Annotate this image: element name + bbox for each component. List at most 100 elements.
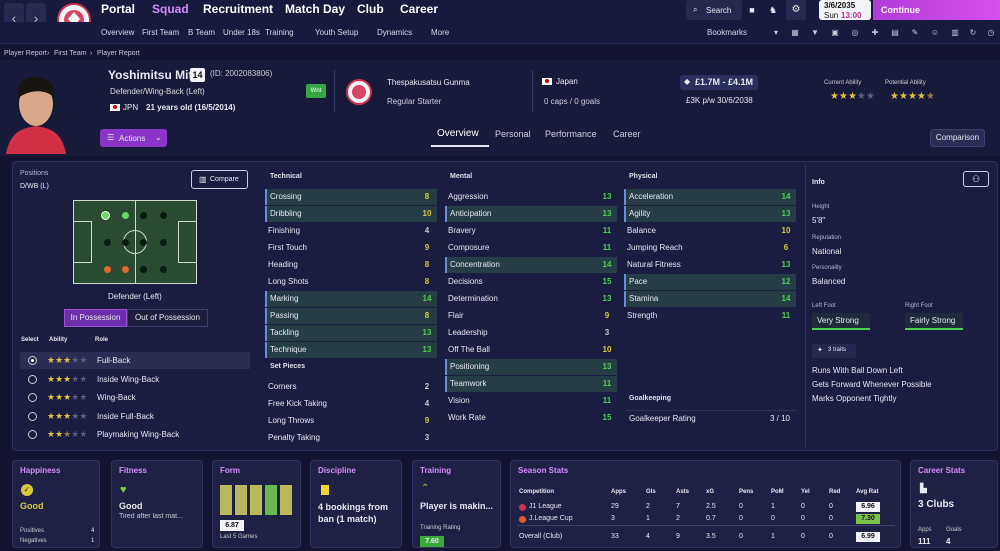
report-icon[interactable]: ▤	[890, 28, 900, 38]
physical-attribute-row[interactable]: Agility 13	[624, 206, 796, 222]
calendar-icon[interactable]: ▦	[790, 28, 800, 38]
mental-attribute-row[interactable]: Off The Ball 10	[445, 342, 617, 358]
continue-button[interactable]: Continue	[873, 0, 1000, 20]
mental-attribute-row[interactable]: Teamwork 11	[445, 376, 617, 392]
nav-squad[interactable]: Squad	[152, 2, 189, 16]
competition-name[interactable]: Overall (Club)	[519, 533, 562, 540]
bookmark-icon[interactable]: ■	[745, 0, 759, 20]
nav-portal[interactable]: Portal	[101, 2, 135, 16]
form-panel[interactable]: Form 6.87 Last 5 Games	[212, 460, 301, 548]
technical-attribute-row[interactable]: Technique 13	[265, 342, 437, 358]
subnav-training[interactable]: Training	[265, 28, 294, 37]
subnav-first-team[interactable]: First Team	[142, 28, 179, 37]
technical-attribute-row[interactable]: Heading 8	[265, 257, 437, 273]
set-piece-attribute-row[interactable]: Free Kick Taking 4	[265, 396, 437, 412]
mental-attribute-row[interactable]: Composure 11	[445, 240, 617, 256]
role-radio[interactable]	[28, 411, 37, 421]
technical-attribute-row[interactable]: Passing 8	[265, 308, 437, 324]
subnav-overview[interactable]: Overview	[101, 28, 134, 37]
club-crest-icon[interactable]	[345, 78, 373, 106]
technical-attribute-row[interactable]: Marking 14	[265, 291, 437, 307]
subnav-youth-setup[interactable]: Youth Setup	[315, 28, 358, 37]
medical-icon[interactable]: ✚	[870, 28, 880, 38]
player-info-icon[interactable]: ⚇	[963, 171, 989, 187]
mental-attribute-row[interactable]: Anticipation 13	[445, 206, 617, 222]
subnav-under-18s[interactable]: Under 18s	[223, 28, 260, 37]
tab-performance[interactable]: Performance	[545, 129, 597, 139]
set-piece-attribute-row[interactable]: Long Throws 9	[265, 413, 437, 429]
date-widget[interactable]: 3/6/2035 Sun 13:00	[819, 0, 871, 20]
position-pitch[interactable]	[73, 200, 197, 284]
physical-attribute-row[interactable]: Balance 10	[624, 223, 796, 239]
role-row[interactable]: ★★★★★ Playmaking Wing-Back	[20, 426, 250, 443]
competition-name[interactable]: J1 League	[529, 503, 562, 510]
technical-attribute-row[interactable]: Dribbling 10	[265, 206, 437, 222]
happiness-panel[interactable]: Happiness ✓ Good Positives 4 Negatives 1	[12, 460, 100, 548]
breadcrumb-first-team[interactable]: First Team	[54, 50, 87, 57]
people-icon[interactable]: ☺	[930, 28, 940, 38]
career-stats-panel[interactable]: Career Stats ▙ 3 Clubs Apps Goals 111 4	[910, 460, 998, 548]
role-radio[interactable]	[28, 393, 37, 402]
physical-attribute-row[interactable]: Jumping Reach 6	[624, 240, 796, 256]
set-piece-attribute-row[interactable]: Corners 2	[265, 379, 437, 395]
role-radio[interactable]	[28, 356, 37, 365]
technical-attribute-row[interactable]: Long Shots 8	[265, 274, 437, 290]
tab-overview[interactable]: Overview	[437, 128, 479, 139]
physical-attribute-row[interactable]: Acceleration 14	[624, 189, 796, 205]
discipline-panel[interactable]: Discipline 4 bookings from ban (1 match)	[310, 460, 402, 548]
goalkeeper-rating-row[interactable]: Goalkeeper Rating 3 / 10	[626, 410, 796, 426]
physical-attribute-row[interactable]: Natural Fitness 13	[624, 257, 796, 273]
physical-attribute-row[interactable]: Pace 12	[624, 274, 796, 290]
role-radio[interactable]	[28, 430, 37, 439]
competition-name[interactable]: J.League Cup	[529, 515, 573, 522]
country-name[interactable]: Japan	[556, 77, 578, 86]
mental-attribute-row[interactable]: Aggression 13	[445, 189, 617, 205]
training-panel[interactable]: Training ⌃ Player is makin... Training R…	[412, 460, 501, 548]
club-name[interactable]: Thespakusatsu Gunma	[387, 78, 470, 87]
chart-icon[interactable]: ▥	[950, 28, 960, 38]
mental-attribute-row[interactable]: Vision 11	[445, 393, 617, 409]
mental-attribute-row[interactable]: Leadership 3	[445, 325, 617, 341]
nav-club[interactable]: Club	[357, 2, 384, 16]
technical-attribute-row[interactable]: Finishing 4	[265, 223, 437, 239]
out-of-possession-toggle[interactable]: Out of Possession	[127, 309, 208, 327]
compare-button[interactable]: ▥ Compare	[191, 170, 248, 189]
technical-attribute-row[interactable]: Tackling 13	[265, 325, 437, 341]
subnav-b-team[interactable]: B Team	[188, 28, 215, 37]
physical-attribute-row[interactable]: Strength 11	[624, 308, 796, 324]
refresh-icon[interactable]: ↻	[968, 28, 978, 38]
subnav-dynamics[interactable]: Dynamics	[377, 28, 412, 37]
technical-attribute-row[interactable]: Crossing 8	[265, 189, 437, 205]
shirt-icon[interactable]: ▼	[810, 28, 820, 38]
traits-button[interactable]: ✦ 3 traits	[812, 344, 856, 358]
note-icon[interactable]: ✎	[910, 28, 920, 38]
fitness-panel[interactable]: Fitness ♥ Good Tired after last mat...	[111, 460, 203, 548]
subnav-more[interactable]: More	[431, 28, 449, 37]
mental-attribute-row[interactable]: Decisions 15	[445, 274, 617, 290]
squad-icon[interactable]: ▣	[830, 28, 840, 38]
role-row[interactable]: ★★★★★ Wing-Back	[20, 389, 250, 406]
search-button[interactable]: ⌕ Search	[686, 0, 742, 20]
mental-attribute-row[interactable]: Bravery 11	[445, 223, 617, 239]
mental-attribute-row[interactable]: Work Rate 15	[445, 410, 617, 426]
tab-personal[interactable]: Personal	[495, 129, 531, 139]
role-row[interactable]: ★★★★★ Inside Wing-Back	[20, 371, 250, 388]
role-row[interactable]: ★★★★★ Full-Back	[20, 352, 250, 369]
transfer-value-badge[interactable]: ◆ £1.7M - £4.1M	[680, 75, 758, 90]
comparison-button[interactable]: Comparison	[930, 129, 985, 147]
target-icon[interactable]: ◎	[850, 28, 860, 38]
filter-icon[interactable]: ▾	[771, 28, 781, 38]
set-piece-attribute-row[interactable]: Penalty Taking 3	[265, 430, 437, 446]
mental-attribute-row[interactable]: Flair 9	[445, 308, 617, 324]
role-radio[interactable]	[28, 374, 37, 384]
scout-icon[interactable]: ♞	[763, 0, 783, 20]
nav-career[interactable]: Career	[400, 2, 438, 16]
technical-attribute-row[interactable]: First Touch 9	[265, 240, 437, 256]
mental-attribute-row[interactable]: Positioning 13	[445, 359, 617, 375]
in-possession-toggle[interactable]: In Possession	[64, 309, 127, 327]
tab-career[interactable]: Career	[613, 129, 641, 139]
season-stats-panel[interactable]: Season Stats Competition Apps Gls Asts xG Pen…	[510, 460, 901, 548]
settings-gear-icon[interactable]: ⚙	[786, 0, 806, 20]
physical-attribute-row[interactable]: Stamina 14	[624, 291, 796, 307]
actions-button[interactable]: ☰ Actions ⌄	[100, 129, 167, 147]
